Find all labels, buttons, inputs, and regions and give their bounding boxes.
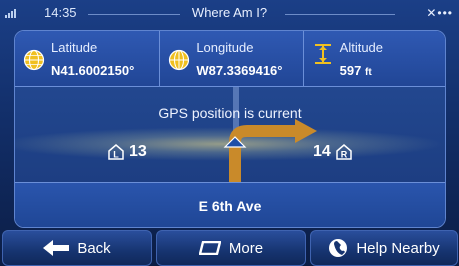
latitude-cell: Latitude N41.6002150° [15,31,161,86]
latitude-value: N41.6002150° [51,63,135,78]
altitude-cell: Altitude 597 ft [304,31,445,86]
screen-title: Where Am I? [191,5,268,20]
route-arrow [223,87,317,182]
bottom-button-bar: Back More Help Nearby [0,230,459,266]
altitude-value: 597 ft [340,63,372,78]
globe-icon [169,49,190,71]
help-nearby-icon [329,239,348,257]
right-house-number-value: 14 [313,143,331,160]
house-right-icon: R [336,144,352,160]
help-nearby-label: Help Nearby [356,239,440,257]
altitude-label: Altitude [339,40,384,55]
globe-icon [23,49,45,71]
more-button[interactable]: More [156,230,306,266]
left-house-number-value: 13 [129,143,147,160]
gps-position-area: GPS position is current L 13 14 R [15,87,445,182]
altitude-number: 597 [339,63,362,78]
back-label: Back [77,239,111,257]
gps-status-message: GPS position is current [158,105,302,121]
more-label: More [228,239,264,257]
where-am-i-screen: 14:35 Where Am I? ✕••• Latitude N41.6002… [0,0,459,266]
help-nearby-button[interactable]: Help Nearby [310,230,458,266]
longitude-cell: Longitude W87.3369416° [160,31,304,86]
house-left-icon: L [108,144,124,160]
svg-text:R: R [341,150,348,160]
left-house-number: L 13 [107,143,147,161]
gps-status-icon: ✕••• [426,6,453,20]
longitude-label: Longitude [196,40,254,55]
altitude-icon [314,44,331,64]
back-arrow-icon [43,240,70,256]
latitude-label: Latitude [51,40,98,55]
status-divider [285,14,395,15]
location-panel: Latitude N41.6002150° Longitude W87.3369… [14,30,446,228]
longitude-value: W87.3369416° [196,63,283,78]
status-bar: 14:35 Where Am I? ✕••• [0,0,459,28]
right-house-number: 14 R [313,143,353,161]
back-button[interactable]: Back [2,230,152,266]
street-bar: E 6th Ave [15,182,445,227]
more-icon [198,241,221,255]
coordinates-row: Latitude N41.6002150° Longitude W87.3369… [15,31,445,87]
altitude-unit: ft [364,67,372,78]
street-name: E 6th Ave [198,198,262,214]
svg-text:L: L [113,150,119,160]
